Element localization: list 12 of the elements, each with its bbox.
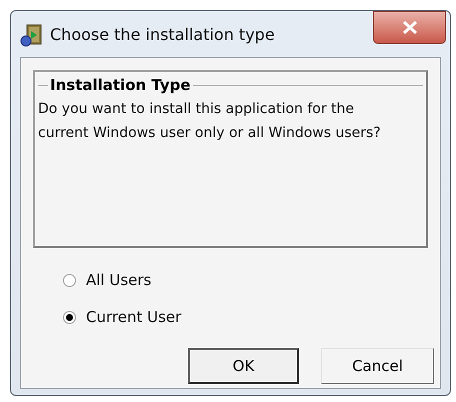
window-title: Choose the installation type bbox=[50, 24, 275, 46]
installer-box-icon bbox=[20, 23, 44, 47]
dialog-button[interactable]: OK bbox=[188, 348, 299, 384]
group-title: Installation Type bbox=[49, 75, 192, 96]
message-text: Do you want to install this application for the current Windows user only or all Windows users? bbox=[38, 100, 382, 142]
radio-button[interactable] bbox=[63, 274, 76, 286]
close-button[interactable] bbox=[373, 11, 446, 44]
dialog-button[interactable]: Cancel bbox=[321, 348, 434, 384]
radio-label: All Users bbox=[86, 270, 152, 291]
radio-button[interactable] bbox=[63, 310, 76, 324]
radio-label: Current User bbox=[86, 306, 182, 328]
close-icon bbox=[402, 21, 418, 34]
